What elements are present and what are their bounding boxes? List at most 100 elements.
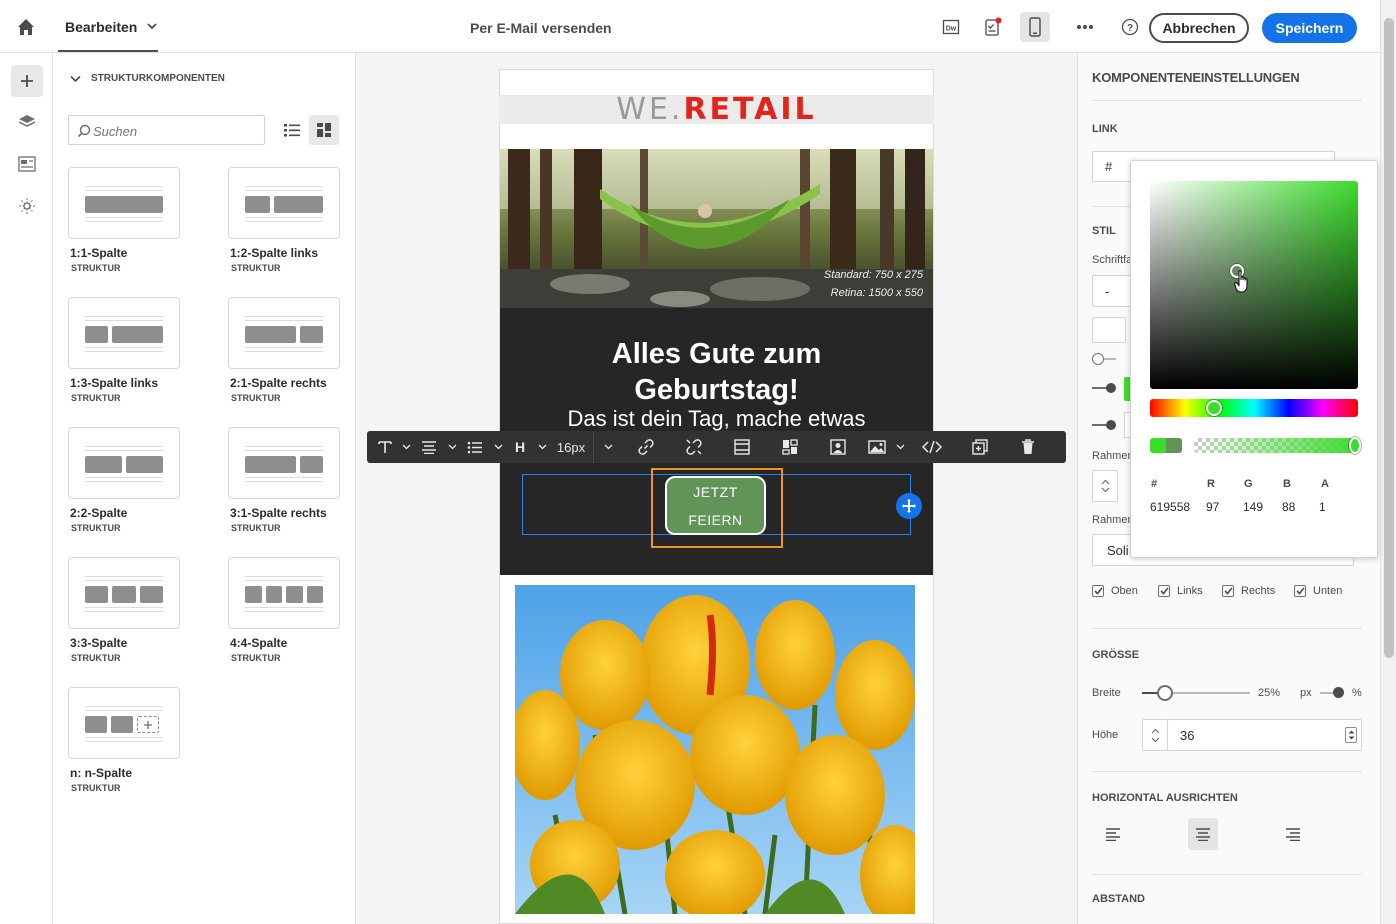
- unit-toggle-handle[interactable]: [1333, 687, 1344, 698]
- component-card-1-3-left[interactable]: [68, 297, 180, 369]
- insert-structure-icon[interactable]: [718, 431, 766, 463]
- slider-handle[interactable]: [1106, 420, 1116, 430]
- email-headline[interactable]: Alles Gute zum Geburtstag!: [500, 336, 933, 408]
- component-card-4-4[interactable]: [228, 557, 340, 629]
- component-card-3-1-right[interactable]: [228, 427, 340, 499]
- source-code-icon[interactable]: [908, 431, 956, 463]
- alpha-input[interactable]: 1: [1319, 500, 1326, 514]
- delete-icon[interactable]: [1004, 431, 1052, 463]
- alpha-slider[interactable]: [1194, 438, 1358, 453]
- help-icon[interactable]: ?: [1115, 12, 1145, 42]
- link-icon[interactable]: [622, 431, 670, 463]
- layers-icon[interactable]: [11, 106, 43, 138]
- chevron-down-icon[interactable]: [892, 431, 908, 463]
- chevron-down-icon[interactable]: [70, 75, 81, 83]
- duplicate-icon[interactable]: [956, 431, 1004, 463]
- text-style-icon[interactable]: [371, 431, 399, 463]
- chevron-down-icon[interactable]: [594, 431, 622, 463]
- component-card-2-1-right[interactable]: [228, 297, 340, 369]
- more-icon[interactable]: [1070, 12, 1100, 42]
- component-card-3-3[interactable]: [68, 557, 180, 629]
- chevron-up-icon[interactable]: [1151, 728, 1160, 734]
- red-input[interactable]: 97: [1206, 500, 1219, 514]
- insert-profile-image-icon[interactable]: [814, 431, 862, 463]
- border-right-checkbox[interactable]: Rechts: [1222, 585, 1275, 597]
- checkbox-checked-icon[interactable]: [1158, 585, 1170, 597]
- component-card-n-n[interactable]: [68, 687, 180, 759]
- search-input[interactable]: [93, 121, 258, 141]
- component-card-1-1[interactable]: [68, 167, 180, 239]
- alpha-slider-handle[interactable]: [1349, 437, 1361, 454]
- grid-view-icon[interactable]: [309, 115, 339, 145]
- component-card-2-2[interactable]: [68, 427, 180, 499]
- font-family-value: -: [1105, 283, 1110, 299]
- mode-menu-label[interactable]: Bearbeiten: [65, 19, 137, 35]
- component-search[interactable]: [68, 115, 265, 145]
- spin-buttons[interactable]: [1345, 727, 1357, 743]
- mobile-preview-icon[interactable]: [1020, 12, 1050, 42]
- align-left-icon[interactable]: [1098, 818, 1128, 850]
- image-size-note: Standard: 750 x 275: [823, 269, 923, 281]
- width-slider-handle[interactable]: [1157, 685, 1173, 701]
- chevron-down-icon[interactable]: [445, 431, 459, 463]
- insert-fragment-icon[interactable]: [766, 431, 814, 463]
- unlink-icon[interactable]: [670, 431, 718, 463]
- brand-logo[interactable]: WE.RETAIL: [499, 92, 934, 127]
- border-top-checkbox[interactable]: Oben: [1092, 585, 1138, 597]
- checkbox-checked-icon[interactable]: [1294, 585, 1306, 597]
- tulip-image[interactable]: [515, 585, 915, 914]
- structure-components-heading[interactable]: STRUKTURKOMPONENTEN: [70, 73, 225, 84]
- align-right-icon[interactable]: [1278, 818, 1308, 850]
- saturation-value-field[interactable]: [1150, 181, 1358, 389]
- font-size-value[interactable]: 16px: [549, 431, 593, 463]
- hero-image-hammock[interactable]: Standard: 750 x 275 Retina: 1500 x 550: [500, 149, 933, 308]
- hue-slider[interactable]: [1150, 399, 1358, 417]
- app-header: Bearbeiten Per E-Mail versenden Dw ? Abb…: [0, 0, 1380, 53]
- component-card-1-2-left[interactable]: [228, 167, 340, 239]
- add-icon[interactable]: [11, 65, 43, 97]
- insert-image-icon[interactable]: [862, 431, 892, 463]
- slider-handle[interactable]: [1092, 353, 1104, 365]
- chevron-down-icon[interactable]: [399, 431, 413, 463]
- hue-slider-handle[interactable]: [1206, 400, 1222, 416]
- cancel-button[interactable]: Abbrechen: [1149, 13, 1249, 43]
- fragments-icon[interactable]: [11, 148, 43, 180]
- blue-input[interactable]: 88: [1282, 500, 1295, 514]
- email-subline[interactable]: Das ist dein Tag, mache etwas: [500, 406, 933, 432]
- border-width-stepper[interactable]: [1092, 470, 1118, 502]
- checkbox-checked-icon[interactable]: [1222, 585, 1234, 597]
- height-stepper[interactable]: [1142, 719, 1168, 751]
- checkbox-checked-icon[interactable]: [1092, 585, 1104, 597]
- image-size-note: Retina: 1500 x 550: [830, 287, 923, 299]
- hex-input[interactable]: 619558: [1150, 500, 1190, 514]
- border-left-checkbox[interactable]: Links: [1158, 585, 1203, 597]
- list-icon[interactable]: [459, 431, 491, 463]
- chevron-down-icon[interactable]: [491, 431, 505, 463]
- green-input[interactable]: 149: [1243, 500, 1263, 514]
- slider-handle[interactable]: [1106, 383, 1116, 393]
- add-component-icon[interactable]: [896, 493, 922, 519]
- heading-button[interactable]: H: [505, 431, 535, 463]
- dreamweaver-icon[interactable]: Dw: [936, 12, 966, 42]
- list-view-icon[interactable]: [277, 115, 307, 145]
- alpha-label: A: [1321, 478, 1329, 490]
- left-rail: [0, 53, 53, 924]
- font-color-swatch[interactable]: [1092, 317, 1126, 343]
- chevron-down-icon[interactable]: [146, 20, 158, 32]
- border-bottom-checkbox[interactable]: Unten: [1294, 585, 1342, 597]
- page-scrollbar[interactable]: [1380, 0, 1396, 924]
- align-icon[interactable]: [413, 431, 445, 463]
- align-center-icon[interactable]: [1188, 818, 1218, 850]
- chevron-down-icon[interactable]: [1151, 737, 1160, 743]
- chevron-down-icon[interactable]: [535, 431, 549, 463]
- home-icon[interactable]: [15, 16, 37, 38]
- chevron-up-icon[interactable]: [1101, 479, 1110, 485]
- save-button[interactable]: Speichern: [1262, 13, 1357, 43]
- height-input[interactable]: 36: [1167, 719, 1362, 751]
- checklist-icon[interactable]: [978, 12, 1008, 42]
- chevron-down-icon[interactable]: [1101, 487, 1110, 493]
- font-family-select[interactable]: -: [1092, 275, 1132, 307]
- personalization-icon[interactable]: [11, 190, 43, 222]
- cta-button[interactable]: JETZT FEIERN: [665, 476, 766, 535]
- scroll-thumb[interactable]: [1384, 18, 1394, 658]
